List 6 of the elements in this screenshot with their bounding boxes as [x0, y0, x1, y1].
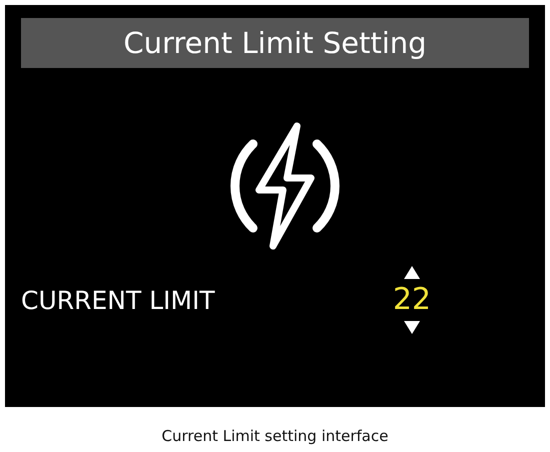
setting-value: 22 — [392, 283, 431, 317]
down-arrow-icon[interactable] — [404, 321, 420, 334]
setting-label: CURRENT LIMIT — [21, 286, 215, 314]
screen-title: Current Limit Setting — [21, 18, 529, 68]
caption: Current Limit setting interface — [160, 427, 390, 445]
up-arrow-icon[interactable] — [404, 266, 420, 279]
